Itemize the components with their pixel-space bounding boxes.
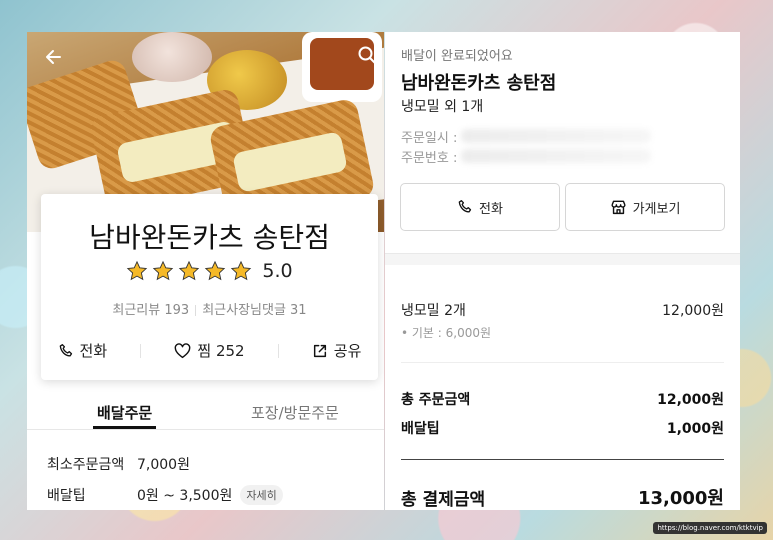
back-arrow-icon[interactable] [41,44,67,70]
redacted-order-number [461,149,651,163]
delivery-fee-label: 배달팁 [401,421,440,437]
delivery-fee-row: 배달팁 1,000원 [401,418,724,438]
phone-icon [59,343,72,356]
delivery-tip-value: 0원 ~ 3,500원 [137,488,233,504]
subtotal-row: 총 주문금액 12,000원 [401,389,724,409]
order-date-label: 주문일시 : [401,131,458,146]
delivery-status: 배달이 완료되었어요 [401,49,513,64]
favorite-count: 찜 252 [197,342,245,360]
star-icon [127,260,148,281]
view-store-label: 가게보기 [632,201,681,217]
total-label: 총 결제금액 [401,489,486,510]
star-icon [231,260,252,281]
min-order-value: 7,000원 [137,457,190,473]
phone-icon [458,200,472,213]
share-label: 공유 [333,342,362,360]
tab-delivery[interactable]: 배달주문 [92,402,157,429]
store-name: 남바완돈카츠 송탄점 [89,221,330,254]
store-detail-screen: 남바완돈카츠 송탄점 5.0 최근리뷰 193 최근사장님댓글 31 전화 찜 2… [27,32,384,510]
view-store-button[interactable]: 가게보기 [565,183,725,231]
delivery-tip-details-button[interactable]: 자세히 [240,485,283,505]
order-items-summary: 냉모밀 외 1개 [401,99,484,115]
blog-watermark: https://blog.naver.com/ktktvip [653,522,767,534]
star-icon [205,260,226,281]
share-button[interactable]: 공유 [312,340,362,361]
recent-reviews[interactable]: 최근리뷰 193 [112,303,189,318]
heart-icon [175,342,191,358]
redacted-order-date [461,129,651,143]
call-store-button[interactable]: 전화 [400,183,560,231]
min-order-label: 최소주문금액 [47,457,125,473]
menu-item-row: 냉모밀 2개 12,000원 [401,300,724,320]
store-actions: 전화 찜 252 공유 [41,340,378,361]
subtotal-value: 12,000원 [657,392,724,408]
star-rating: 5.0 [41,260,378,282]
store-info-card: 남바완돈카츠 송탄점 5.0 최근리뷰 193 최근사장님댓글 31 전화 찜 2… [41,194,378,380]
order-type-tabs: 배달주문 포장/방문주문 [27,400,384,430]
menu-item-option: • 기본 : 6,000원 [401,326,492,340]
star-icon [179,260,200,281]
order-number-label: 주문번호 : [401,151,458,166]
call-button[interactable]: 전화 [58,340,108,361]
menu-item-price: 12,000원 [662,303,724,319]
owner-replies[interactable]: 최근사장님댓글 31 [202,303,306,318]
menu-item-name: 냉모밀 2개 [401,303,466,319]
review-counts: 최근리뷰 193 최근사장님댓글 31 [41,299,378,318]
subtotal-label: 총 주문금액 [401,392,471,408]
store-icon [610,200,626,215]
call-label: 전화 [79,342,108,360]
delivery-fee-value: 1,000원 [666,421,724,437]
total-row: 총 결제금액 13,000원 [401,484,724,510]
delivery-tip-label: 배달팁 [47,488,86,504]
min-order-row: 최소주문금액 7,000원 [47,454,190,474]
search-icon[interactable] [354,42,380,68]
call-store-label: 전화 [479,201,503,217]
order-detail-screen: 배달이 완료되었어요 남바완돈카츠 송탄점 냉모밀 외 1개 주문일시 : 주문… [385,32,740,510]
share-icon [313,344,326,357]
star-icon [153,260,174,281]
delivery-tip-row: 배달팁 0원 ~ 3,500원 자세히 [47,485,283,505]
total-value: 13,000원 [637,488,724,509]
order-store-name: 남바완돈카츠 송탄점 [401,73,557,94]
rating-value: 5.0 [262,260,293,282]
section-divider [385,253,740,265]
favorite-button[interactable]: 찜 252 [174,340,245,361]
tab-pickup[interactable]: 포장/방문주문 [251,402,339,423]
